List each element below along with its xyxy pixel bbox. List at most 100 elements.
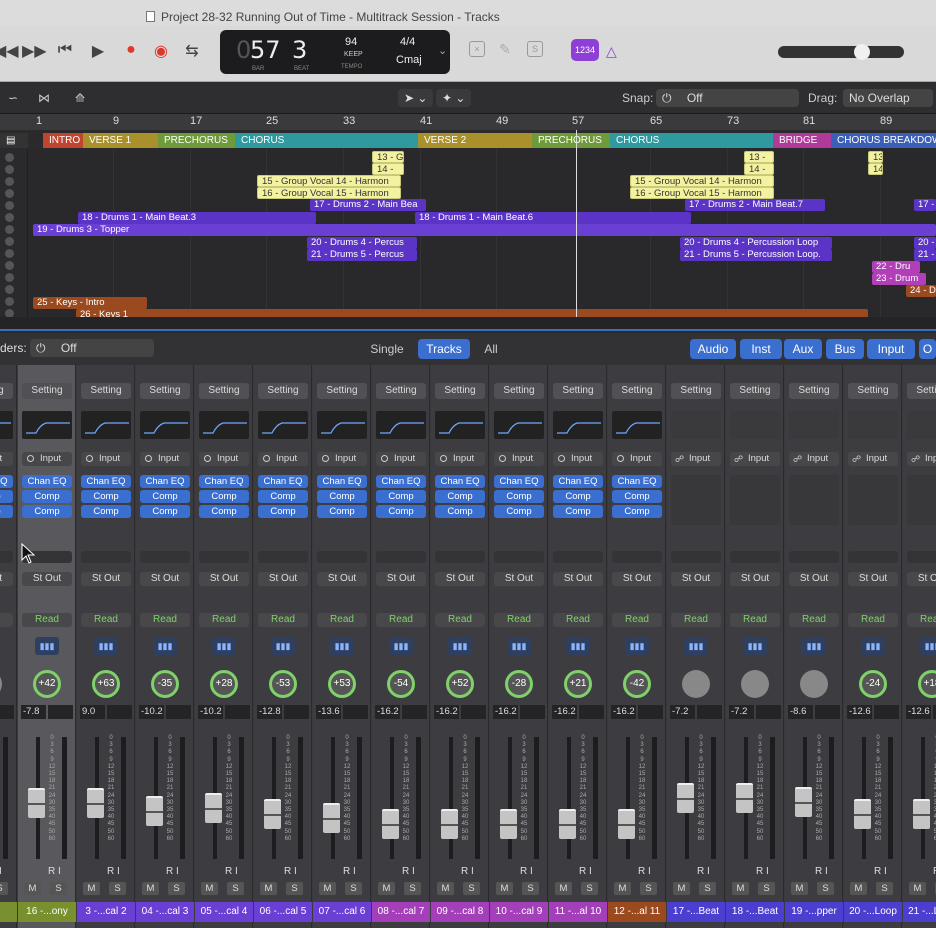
automation-mode[interactable]: Read — [317, 613, 367, 627]
filter-bus-button[interactable]: Bus — [826, 339, 864, 359]
plugin-slot[interactable]: Chan EQ — [494, 475, 544, 488]
automation-mode[interactable]: Read — [81, 613, 131, 627]
output-slot[interactable]: St Out — [494, 572, 544, 586]
plugin-slot[interactable]: Chan EQ — [199, 475, 249, 488]
region[interactable]: 14 - — [744, 163, 774, 175]
send-slot[interactable] — [0, 551, 13, 563]
region[interactable]: 26 - Keys 1 — [76, 309, 868, 317]
volume-fader[interactable] — [28, 788, 45, 818]
pan-knob[interactable] — [800, 670, 828, 698]
setting-button[interactable]: Setting — [376, 383, 426, 399]
region[interactable]: 13 - G — [372, 151, 404, 163]
automation-mode[interactable]: Read — [789, 613, 839, 627]
volume-fader[interactable] — [264, 799, 281, 829]
eq-thumbnail[interactable] — [81, 411, 131, 439]
region[interactable]: 20 - — [914, 237, 936, 249]
plugin-slot[interactable]: Comp — [553, 505, 603, 518]
eq-thumbnail[interactable] — [435, 411, 485, 439]
plugin-slot[interactable]: Comp — [199, 505, 249, 518]
setting-button[interactable]: Setting — [494, 383, 544, 399]
pan-knob[interactable]: -54 — [387, 670, 415, 698]
eq-thumbnail[interactable] — [0, 411, 13, 439]
plugin-slot[interactable]: Comp — [376, 505, 426, 518]
solo-button[interactable]: S — [463, 882, 480, 895]
volume-readout[interactable]: 9.0 — [80, 705, 105, 719]
setting-button[interactable]: Setting — [81, 383, 131, 399]
solo-button[interactable]: S — [168, 882, 185, 895]
solo-button[interactable]: S — [817, 882, 834, 895]
mute-button[interactable]: M — [142, 882, 159, 895]
track-name[interactable]: 16 -...ony — [18, 902, 76, 922]
output-slot[interactable]: St Out — [435, 572, 485, 586]
automation-mode[interactable]: Read — [0, 613, 13, 627]
volume-fader[interactable] — [854, 799, 871, 829]
automation-mode[interactable]: Read — [730, 613, 780, 627]
send-slot[interactable] — [494, 551, 544, 563]
send-slot[interactable] — [789, 551, 839, 563]
eq-thumbnail[interactable] — [730, 411, 780, 439]
track-name[interactable]: 3 -...cal 2 — [77, 902, 135, 922]
channel-strip[interactable]: Setting Input Chan EQ Comp Comp St Out Read ▮▮▮… — [431, 365, 489, 928]
region[interactable]: 17 - — [914, 199, 936, 211]
solo-button[interactable]: S — [758, 882, 775, 895]
input-slot[interactable]: Input — [376, 452, 426, 466]
go-to-start-icon[interactable]: ⏮ — [54, 41, 76, 59]
mute-button[interactable]: M — [496, 882, 513, 895]
eq-thumbnail[interactable] — [22, 411, 72, 439]
plugin-slot[interactable]: Chan EQ — [258, 475, 308, 488]
plugin-slot[interactable]: Chan EQ — [22, 475, 72, 488]
setting-button[interactable]: Setting — [553, 383, 603, 399]
filter-input-button[interactable]: Input — [867, 339, 915, 359]
volume-readout[interactable]: -12.8 — [257, 705, 282, 719]
region[interactable]: 13 - — [744, 151, 774, 163]
input-slot[interactable]: Input — [435, 452, 485, 466]
send-slot[interactable] — [140, 551, 190, 563]
solo-button[interactable]: S — [50, 882, 67, 895]
record-input-buttons[interactable]: R I — [756, 866, 769, 877]
chevron-down-icon[interactable]: ⌄ — [438, 44, 447, 57]
plugin-slot[interactable]: Chan EQ — [612, 475, 662, 488]
track-name[interactable]: 11 -...al 10 — [549, 902, 607, 922]
record-input-buttons[interactable]: R I — [225, 866, 238, 877]
pan-knob[interactable] — [682, 670, 710, 698]
master-volume-slider[interactable] — [778, 44, 904, 60]
send-slot[interactable] — [317, 551, 367, 563]
channel-strip[interactable]: Setting Input Chan EQ Comp Comp St Out Read ▮▮▮… — [136, 365, 194, 928]
plugin-slot[interactable]: Comp — [81, 490, 131, 503]
fast-forward-icon[interactable]: ▶▶ — [22, 41, 47, 61]
region[interactable]: 18 - Drums 1 - Main Beat.3 — [78, 212, 316, 224]
region[interactable]: 15 - Group Vocal 14 - Harmon — [257, 175, 401, 187]
mute-button[interactable]: M — [673, 882, 690, 895]
pan-knob[interactable]: +18 — [918, 670, 936, 698]
volume-fader[interactable] — [323, 803, 340, 833]
send-slot[interactable] — [671, 551, 721, 563]
record-input-buttons[interactable]: R I — [343, 866, 356, 877]
empty-plugin-slots[interactable] — [907, 475, 936, 525]
plugin-slot[interactable]: Comp — [376, 490, 426, 503]
solo-button[interactable]: S — [227, 882, 244, 895]
plugin-slot[interactable]: Comp — [435, 490, 485, 503]
eq-thumbnail[interactable] — [140, 411, 190, 439]
output-slot[interactable]: St Out — [0, 572, 13, 586]
volume-fader[interactable] — [146, 796, 163, 826]
setting-button[interactable]: Setting — [789, 383, 839, 399]
track-name[interactable]: 21 -...Loop — [903, 902, 936, 922]
setting-button[interactable]: Setting — [730, 383, 780, 399]
eq-thumbnail[interactable] — [848, 411, 898, 439]
plugin-slot[interactable]: Comp — [199, 490, 249, 503]
region[interactable]: 14 - — [372, 163, 404, 175]
plugin-slot[interactable]: Chan EQ — [376, 475, 426, 488]
volume-readout[interactable]: -8.6 — [788, 705, 813, 719]
mute-button[interactable]: M — [83, 882, 100, 895]
region[interactable]: 21 - — [914, 249, 936, 261]
output-slot[interactable]: St Out — [140, 572, 190, 586]
channel-strip[interactable]: Setting ☍ Input St Out Read ▮▮▮ -7.2 0 3 6 9 12 15 18… — [667, 365, 725, 928]
alternate-tool-menu[interactable]: ✦ ⌄ — [436, 89, 472, 107]
record-input-buttons[interactable]: R I — [638, 866, 651, 877]
volume-fader[interactable] — [618, 809, 635, 839]
plugin-slot[interactable]: Comp — [435, 505, 485, 518]
send-slot[interactable] — [848, 551, 898, 563]
input-slot[interactable]: ☍ Input — [730, 452, 780, 466]
region[interactable]: 15 - Group Vocal 14 - Harmon — [630, 175, 774, 187]
automation-mode[interactable]: Read — [612, 613, 662, 627]
